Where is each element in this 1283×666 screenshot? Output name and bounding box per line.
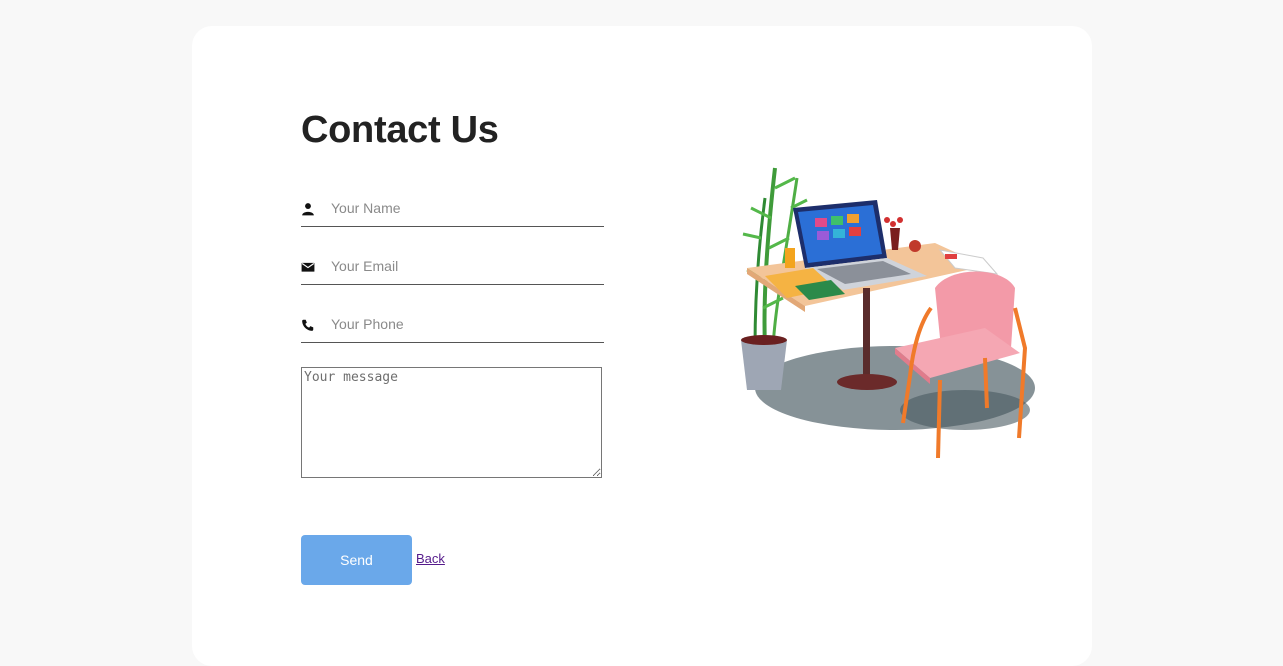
person-icon — [302, 203, 314, 216]
email-field — [301, 250, 604, 285]
message-textarea[interactable] — [301, 367, 602, 478]
email-icon — [301, 262, 315, 272]
name-field — [301, 192, 604, 227]
phone-input[interactable] — [331, 308, 601, 340]
page-title: Contact Us — [301, 109, 499, 151]
phone-icon — [302, 319, 314, 331]
phone-field — [301, 308, 604, 343]
back-link[interactable]: Back — [416, 551, 445, 566]
name-input[interactable] — [331, 192, 601, 224]
desk-illustration — [741, 167, 1035, 459]
email-input[interactable] — [331, 250, 601, 282]
send-button[interactable]: Send — [301, 535, 412, 585]
